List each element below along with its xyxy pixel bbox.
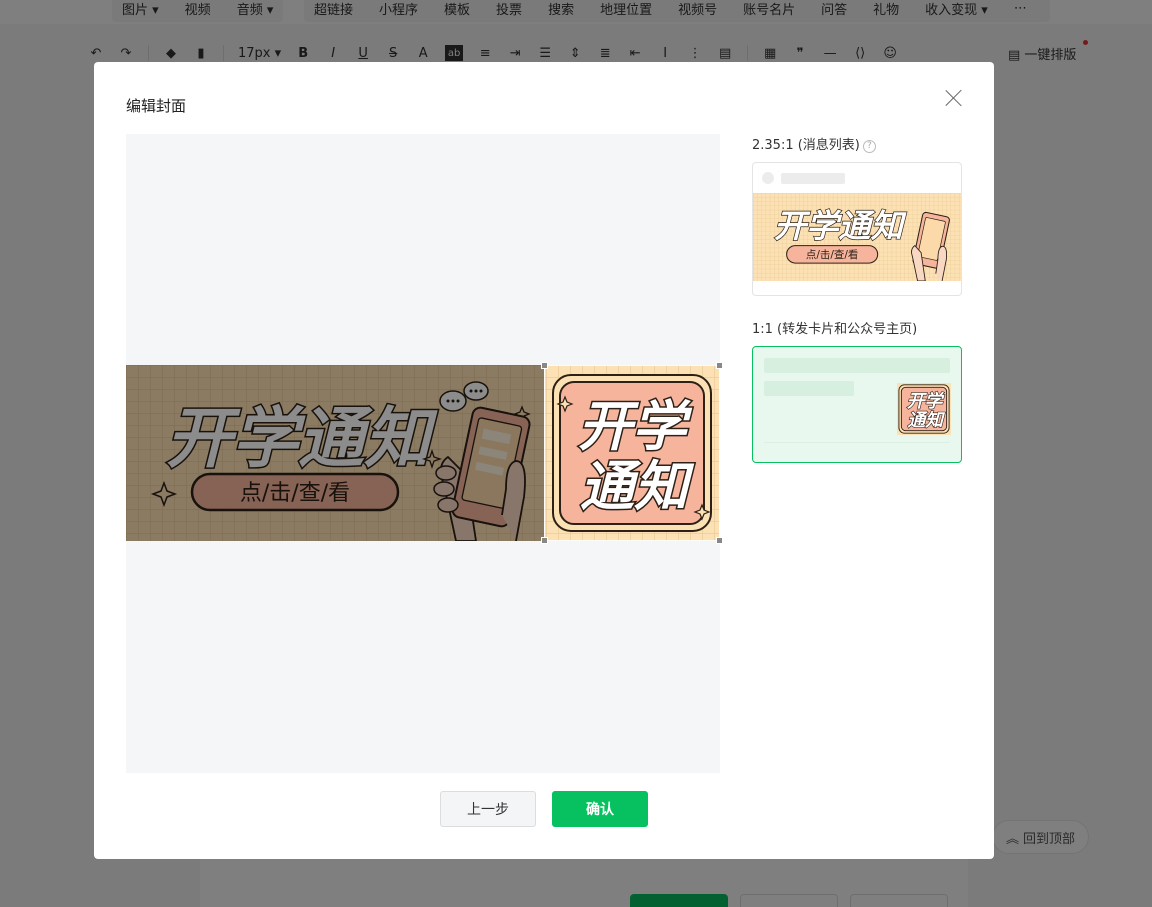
close-icon[interactable] (942, 86, 966, 110)
crop-handle-bottom-left[interactable] (541, 537, 548, 544)
preview-label-message-list: 2.35:1 (消息列表)? (752, 134, 876, 153)
edit-cover-dialog: 编辑封面 开学通知 点/击/查/看 开学 通知 2.35:1 (消息列表) ? … (94, 62, 994, 859)
crop-handle-bottom-right[interactable] (716, 537, 723, 544)
preview-ratio-label-2: 1:1 (转发卡片和公众号主页) (752, 322, 918, 337)
desc-placeholder (764, 381, 854, 396)
crop-handle-top-left[interactable] (541, 362, 548, 369)
crop-selection-box[interactable] (541, 362, 723, 544)
preview-message-list: 开学通知 点/击/查/看 (752, 162, 962, 296)
help-icon[interactable]: ? (862, 139, 876, 153)
preview-square-headline-bottom: 通知 (907, 410, 945, 431)
preview-square-graphic: 开学 通知 (897, 383, 951, 435)
preview-share-card: 开学 通知 (752, 346, 962, 463)
preview-wide-subtitle: 点/击/查/看 (806, 248, 859, 261)
preview-wide-headline: 开学通知 (774, 207, 907, 245)
previous-step-button[interactable]: 上一步 (440, 791, 536, 827)
title-placeholder (764, 358, 950, 373)
name-placeholder (781, 173, 845, 184)
confirm-button[interactable]: 确认 (552, 791, 648, 827)
crop-handle-top-right[interactable] (716, 362, 723, 369)
preview-wide-image: 开学通知 点/击/查/看 (753, 193, 961, 281)
avatar-placeholder (762, 172, 774, 184)
preview-wide-graphic: 开学通知 点/击/查/看 (753, 193, 961, 281)
dialog-title: 编辑封面 (126, 97, 187, 115)
preview-square-headline-top: 开学 (907, 391, 945, 412)
preview-square-thumb: 开学 通知 (897, 383, 951, 435)
crop-canvas: 开学通知 点/击/查/看 开学 通知 (126, 134, 723, 773)
crop-mask (126, 365, 544, 541)
preview-ratio-label-1: 2.35:1 (消息列表) (752, 138, 860, 153)
card-divider (764, 442, 950, 443)
